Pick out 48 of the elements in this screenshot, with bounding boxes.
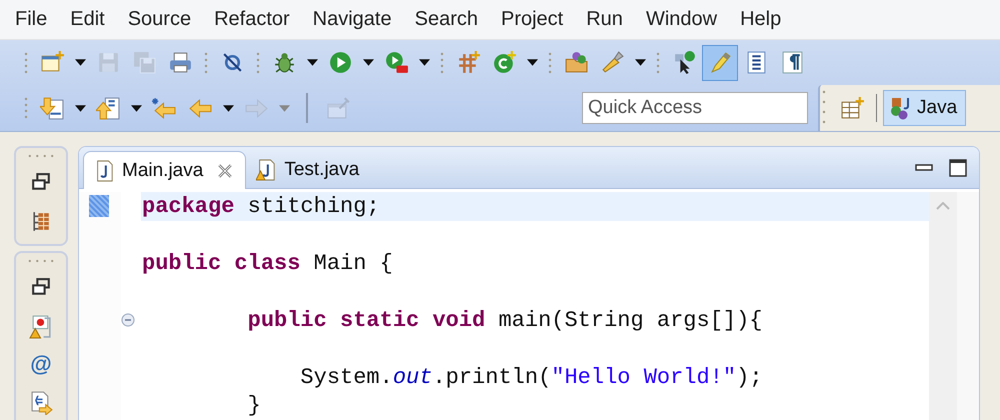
toolbar-grip[interactable]: [548, 50, 552, 74]
panel-grip[interactable]: [27, 154, 55, 158]
code-line: }: [246, 393, 261, 418]
toolbar-grip[interactable]: [204, 50, 208, 74]
perspective-button[interactable]: Java: [883, 90, 966, 126]
code-line: System.out.println("Hello World!");: [299, 364, 763, 390]
table-plus-icon: [840, 96, 864, 120]
code-line: package stitching;: [142, 194, 380, 219]
menu-item[interactable]: Search: [404, 4, 490, 34]
caret-icon: [222, 104, 234, 112]
menu-item[interactable]: Source: [116, 4, 204, 34]
editor-tab[interactable]: Main.java: [83, 151, 246, 189]
menu-item[interactable]: Run: [575, 4, 635, 34]
toolbar-grip[interactable]: [24, 50, 28, 74]
caret-icon: [306, 59, 318, 66]
menu-item[interactable]: Help: [729, 4, 794, 34]
menu-item[interactable]: Window: [634, 4, 730, 34]
document-braces-icon: [28, 390, 54, 414]
caret-icon: [362, 59, 374, 66]
close-icon[interactable]: [217, 162, 234, 178]
caret-icon: [278, 104, 290, 112]
panel-grip[interactable]: [27, 259, 55, 263]
toolbar-grip[interactable]: [440, 50, 444, 74]
fold-icon[interactable]: [121, 313, 135, 328]
code-line: public static void main(String args[]){: [246, 308, 763, 333]
quick-access-field[interactable]: Quick Access: [582, 92, 808, 124]
at-sign-button[interactable]: @: [24, 347, 58, 381]
menu-item[interactable]: Navigate: [302, 4, 404, 34]
toolbar-grip[interactable]: [256, 50, 260, 74]
code-line: public class Main {: [142, 250, 393, 276]
minimize-icon[interactable]: [915, 164, 933, 172]
caret-icon: [526, 59, 538, 66]
maximize-icon[interactable]: [949, 159, 967, 177]
caret-icon: [130, 104, 142, 112]
toolbar-grip[interactable]: [656, 50, 660, 74]
menu-item[interactable]: File: [4, 4, 60, 34]
java-perspective-icon: [888, 96, 912, 120]
menu-item[interactable]: Edit: [59, 4, 117, 34]
editor-tab[interactable]: Test.java: [246, 151, 372, 188]
warning-window-icon: [28, 314, 54, 338]
caret-icon: [74, 104, 86, 112]
menu-item[interactable]: Refactor: [203, 4, 302, 34]
caret-icon: [418, 59, 430, 66]
menu-item[interactable]: Project: [490, 4, 576, 34]
caret-icon: [634, 59, 646, 66]
toolbar-grip[interactable]: [24, 96, 28, 120]
caret-icon: [74, 59, 86, 66]
scroll-bar[interactable]: [929, 192, 957, 420]
